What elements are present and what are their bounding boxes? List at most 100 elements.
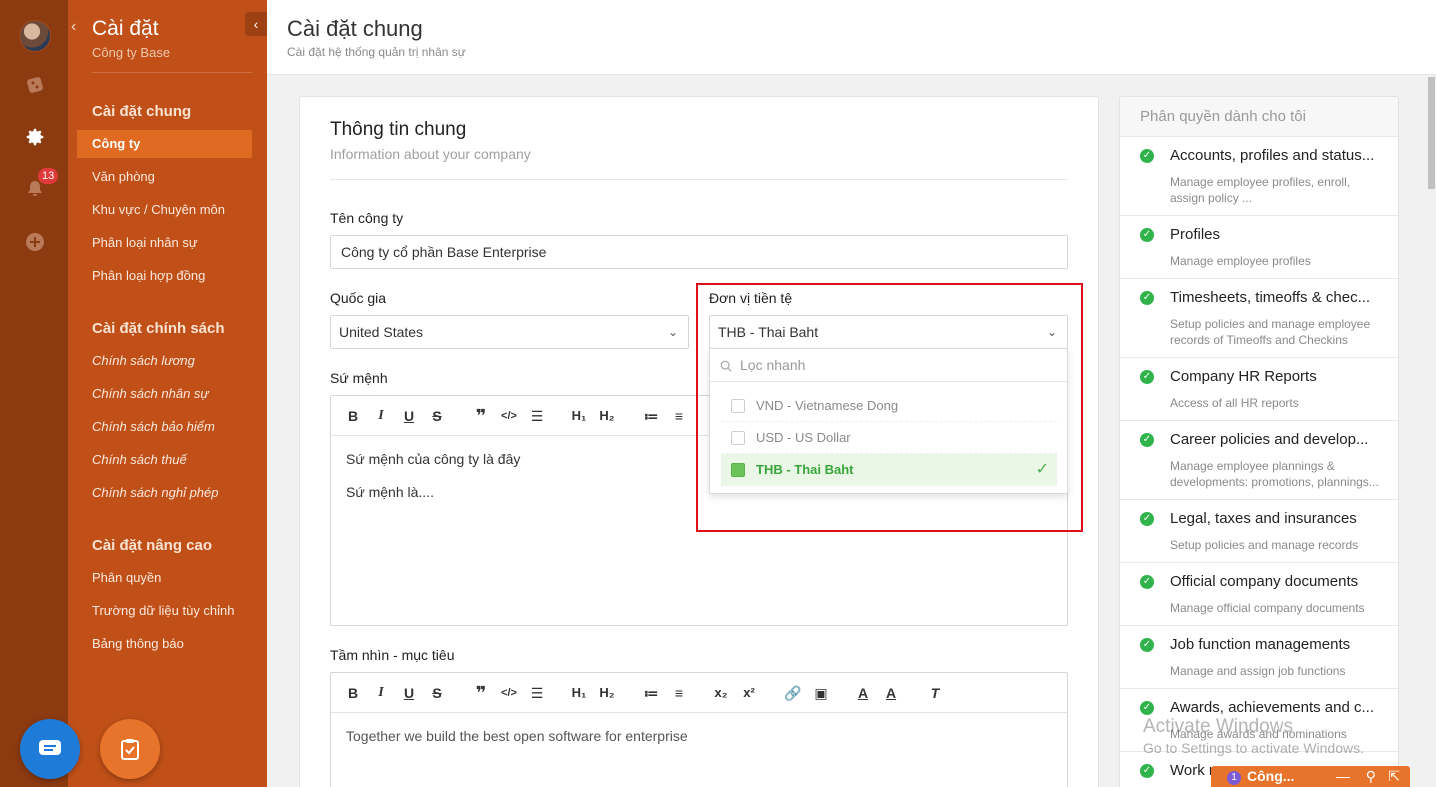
underline-icon[interactable]: U [399, 406, 419, 426]
search-icon[interactable]: ⚲ [1366, 766, 1376, 787]
superscript-icon[interactable]: x² [739, 683, 759, 703]
text-color-icon[interactable]: A [853, 683, 873, 703]
italic-icon[interactable]: I [371, 683, 391, 703]
chat-title: Công... [1247, 768, 1295, 784]
nav-item-company[interactable]: Công ty [77, 130, 252, 158]
country-label: Quốc gia [330, 290, 387, 306]
permission-title: Job function managements [1170, 636, 1351, 653]
country-value: United States [339, 324, 424, 340]
link-icon[interactable]: 🔗 [783, 683, 803, 703]
nav-title: Cài đặt [92, 17, 159, 40]
vision-editor[interactable]: B I U S ❞ </> ☰ H₁ H₂ ≔ ≡ x₂ x² 🔗 ▣ A A … [330, 672, 1068, 787]
permission-title: Profiles [1170, 226, 1221, 243]
bold-icon[interactable]: B [343, 683, 363, 703]
permission-item[interactable]: ✓ Legal, taxes and insurances Setup poli… [1120, 500, 1398, 563]
popout-icon[interactable]: ⇱ [1388, 766, 1400, 787]
divider [92, 72, 252, 73]
image-icon[interactable]: ▣ [811, 683, 831, 703]
check-circle-icon: ✓ [1140, 149, 1154, 163]
permission-item[interactable]: ✓ Official company documents Manage offi… [1120, 563, 1398, 626]
bullet-list-icon[interactable]: ≡ [669, 683, 689, 703]
permission-item[interactable]: ✓ Job function managements Manage and as… [1120, 626, 1398, 689]
nav-item-staff-type[interactable]: Phân loại nhân sự [77, 229, 252, 257]
ordered-list-icon[interactable]: ≔ [641, 406, 661, 426]
chat-fab-button[interactable] [20, 719, 80, 779]
nav-item-tax-policy[interactable]: Chính sách thuế [77, 446, 252, 474]
heading2-icon[interactable]: H₂ [597, 406, 617, 426]
permission-title: Official company documents [1170, 573, 1359, 590]
subscript-icon[interactable]: x₂ [711, 683, 731, 703]
settings-nav: ‹ ‹ Cài đặt Công ty Base Cài đặt chung C… [68, 0, 267, 787]
permission-desc: Setup policies and manage employee recor… [1170, 317, 1371, 347]
nav-item-office[interactable]: Văn phòng [77, 163, 252, 191]
back-chevron-icon[interactable]: ‹ [71, 18, 76, 36]
apps-icon[interactable] [22, 72, 48, 98]
permission-title: Legal, taxes and insurances [1170, 510, 1357, 527]
company-name-label: Tên công ty [330, 210, 404, 226]
clear-format-icon[interactable]: T [925, 683, 945, 703]
nav-item-contract-type[interactable]: Phân loại hợp đồng [77, 262, 252, 290]
nav-item-salary-policy[interactable]: Chính sách lương [77, 347, 252, 375]
vision-text: Together we build the best open software… [346, 728, 688, 744]
scrollbar-thumb[interactable] [1428, 77, 1435, 189]
strikethrough-icon[interactable]: S [427, 683, 447, 703]
nav-item-region[interactable]: Khu vực / Chuyên môn [77, 196, 252, 224]
page-subtitle: Cài đặt hệ thống quản trị nhân sự [287, 45, 466, 59]
chat-minimized-bar[interactable]: 1 Công... — ⚲ ⇱ [1211, 766, 1410, 787]
heading2-icon[interactable]: H₂ [597, 683, 617, 703]
task-fab-button[interactable] [100, 719, 160, 779]
nav-subtitle: Công ty Base [92, 45, 171, 60]
highlight-box [696, 283, 1083, 532]
permission-item[interactable]: ✓ Timesheets, timeoffs & chec... Setup p… [1120, 279, 1398, 358]
collapse-nav-button[interactable]: ‹ [245, 12, 267, 36]
check-circle-icon: ✓ [1140, 764, 1154, 778]
nav-item-leave-policy[interactable]: Chính sách nghỉ phép [77, 479, 252, 507]
bold-icon[interactable]: B [343, 406, 363, 426]
align-icon[interactable]: ☰ [527, 406, 547, 426]
company-name-input[interactable]: Công ty cổ phần Base Enterprise [330, 235, 1068, 269]
check-circle-icon: ✓ [1140, 575, 1154, 589]
code-icon[interactable]: </> [499, 683, 519, 703]
heading1-icon[interactable]: H₁ [569, 406, 589, 426]
quote-icon[interactable]: ❞ [471, 406, 491, 426]
chat-count-badge: 1 [1227, 771, 1241, 785]
heading1-icon[interactable]: H₁ [569, 683, 589, 703]
code-icon[interactable]: </> [499, 406, 519, 426]
icon-rail: 13 [0, 0, 68, 787]
permissions-panel: Phân quyền dành cho tôi ✓ Accounts, prof… [1119, 96, 1399, 787]
country-select[interactable]: United States ⌄ [330, 315, 689, 349]
quote-icon[interactable]: ❞ [471, 683, 491, 703]
check-circle-icon: ✓ [1140, 638, 1154, 652]
align-icon[interactable]: ☰ [527, 683, 547, 703]
italic-icon[interactable]: I [371, 406, 391, 426]
permission-title: Awards, achievements and c... [1170, 699, 1374, 716]
nav-item-custom-fields[interactable]: Trường dữ liệu tùy chỉnh [77, 597, 252, 625]
permission-item[interactable]: ✓ Profiles Manage employee profiles [1120, 216, 1398, 279]
check-circle-icon: ✓ [1140, 701, 1154, 715]
permission-desc: Manage employee plannings & developments… [1170, 459, 1379, 489]
ordered-list-icon[interactable]: ≔ [641, 683, 661, 703]
bullet-list-icon[interactable]: ≡ [669, 406, 689, 426]
nav-item-insurance-policy[interactable]: Chính sách bảo hiểm [77, 413, 252, 441]
clipboard-check-icon [121, 739, 139, 760]
highlight-icon[interactable]: A [881, 683, 901, 703]
nav-item-notice-board[interactable]: Bảng thông báo [77, 630, 252, 658]
nav-item-permissions[interactable]: Phân quyền [77, 564, 252, 592]
permission-item[interactable]: ✓ Career policies and develop... Manage … [1120, 421, 1398, 500]
strikethrough-icon[interactable]: S [427, 406, 447, 426]
minimize-icon[interactable]: — [1336, 766, 1350, 787]
add-icon[interactable] [22, 229, 48, 255]
permission-title: Accounts, profiles and status... [1170, 147, 1375, 164]
underline-icon[interactable]: U [399, 683, 419, 703]
nav-item-hr-policy[interactable]: Chính sách nhân sự [77, 380, 252, 408]
permission-title: Company HR Reports [1170, 368, 1317, 385]
permissions-title: Phân quyền dành cho tôi [1120, 97, 1398, 137]
avatar[interactable] [19, 20, 51, 52]
page-scrollbar[interactable] [1427, 75, 1436, 787]
permission-item[interactable]: ✓ Accounts, profiles and status... Manag… [1120, 137, 1398, 216]
vision-content: Together we build the best open software… [331, 728, 1067, 744]
editor-toolbar: B I U S ❞ </> ☰ H₁ H₂ ≔ ≡ x₂ x² 🔗 ▣ A A … [331, 673, 1067, 713]
permission-item[interactable]: ✓ Company HR Reports Access of all HR re… [1120, 358, 1398, 421]
permission-desc: Manage employee profiles [1170, 254, 1311, 268]
gear-icon[interactable] [22, 124, 48, 150]
